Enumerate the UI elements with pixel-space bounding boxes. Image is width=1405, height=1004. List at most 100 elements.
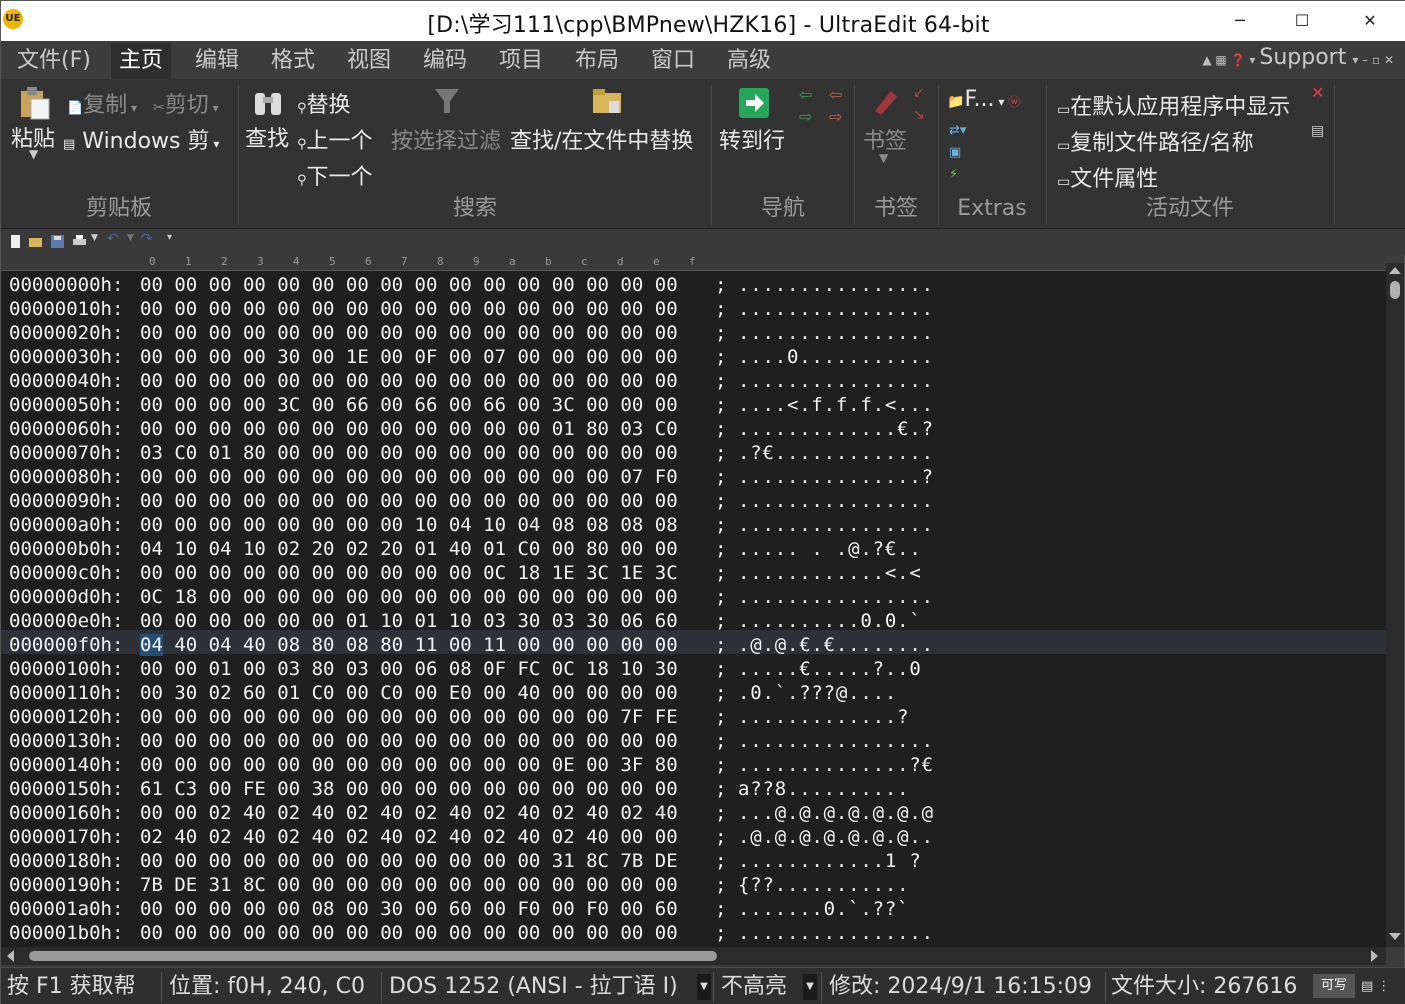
- hex-ascii[interactable]: .?€.............: [738, 441, 934, 465]
- bookmark-dropdown-icon[interactable]: ▼: [879, 151, 888, 165]
- extras-button[interactable]: 📁F... ▾ ⓦ: [947, 87, 1020, 112]
- hex-ascii[interactable]: .0.`.???@....: [738, 681, 897, 705]
- tab-project[interactable]: 项目: [491, 43, 551, 79]
- hex-row[interactable]: 00000120h: 00 00 00 00 00 00 00 00 00 00 …: [9, 705, 909, 729]
- redo-icon[interactable]: ↷: [141, 231, 154, 247]
- hex-bytes[interactable]: 00 00 00 00 00 00 00 00 00 00 0C 18 1E 3…: [140, 561, 713, 585]
- hex-row[interactable]: 000000f0h: 04 40 04 40 08 80 08 80 11 00 …: [9, 633, 934, 657]
- replace-button[interactable]: ⚲替换: [297, 87, 351, 119]
- hex-row[interactable]: 00000090h: 00 00 00 00 00 00 00 00 00 00 …: [9, 489, 934, 513]
- tab-window[interactable]: 窗口: [643, 43, 703, 79]
- hex-bytes[interactable]: 00 00 00 00 00 00 00 00 00 00 00 00 00 0…: [140, 273, 713, 297]
- hex-row[interactable]: 00000030h: 00 00 00 00 30 00 1E 00 0F 00 …: [9, 345, 934, 369]
- hex-bytes[interactable]: 0C 18 00 00 00 00 00 00 00 00 00 00 00 0…: [140, 585, 713, 609]
- find-button[interactable]: 查找: [245, 121, 289, 153]
- hex-cursor-selection[interactable]: 04: [140, 634, 163, 656]
- tab-view[interactable]: 视图: [339, 43, 399, 79]
- extras-tool-1-icon[interactable]: ⇄▾: [949, 123, 966, 138]
- vertical-scrollbar[interactable]: [1386, 263, 1404, 947]
- hex-bytes[interactable]: 00 00 00 00 00 00 00 00 00 00 00 00 00 0…: [140, 489, 713, 513]
- hex-bytes[interactable]: 00 00 00 00 00 00 00 00 00 00 00 00 00 0…: [140, 705, 713, 729]
- hex-ascii[interactable]: .@.@.@.@.@.@.@..: [738, 825, 934, 849]
- goto-line-button[interactable]: 转到行: [719, 123, 785, 155]
- hex-ascii[interactable]: ................: [738, 297, 934, 321]
- hex-ascii[interactable]: ..........0.0.`: [738, 609, 922, 633]
- copy-button[interactable]: 📄复制 ▾: [67, 87, 137, 119]
- tab-edit[interactable]: 编辑: [187, 43, 247, 79]
- hex-bytes[interactable]: 00 00 00 00 00 00 00 00 10 04 10 04 08 0…: [140, 513, 713, 537]
- hex-row[interactable]: 00000060h: 00 00 00 00 00 00 00 00 00 00 …: [9, 417, 934, 441]
- hex-row[interactable]: 000000e0h: 00 00 00 00 00 00 01 10 01 10 …: [9, 609, 922, 633]
- hex-ascii[interactable]: ................: [738, 489, 934, 513]
- hex-bytes[interactable]: 7B DE 31 8C 00 00 00 00 00 00 00 00 00 0…: [140, 873, 713, 897]
- find-prev-button[interactable]: ⚲上一个: [297, 123, 373, 155]
- customize-toolbar-icon[interactable]: ▾: [167, 232, 180, 245]
- hex-bytes[interactable]: 00 00 00 00 30 00 1E 00 0F 00 07 00 00 0…: [140, 345, 713, 369]
- hex-bytes[interactable]: 00 00 00 00 00 00 00 00 00 00 00 00 00 0…: [140, 729, 713, 753]
- save-icon[interactable]: [51, 235, 64, 248]
- clipboard-select[interactable]: ▤ Windows 剪 ▾: [63, 123, 219, 155]
- hex-row[interactable]: 00000140h: 00 00 00 00 00 00 00 00 00 00 …: [9, 753, 934, 777]
- next-edit-icon[interactable]: ⇨: [829, 107, 842, 126]
- hex-bytes[interactable]: 00 00 00 00 00 00 01 10 01 10 03 30 03 3…: [140, 609, 713, 633]
- hex-bytes[interactable]: 00 00 00 00 3C 00 66 00 66 00 66 00 3C 0…: [140, 393, 713, 417]
- horizontal-scroll-thumb[interactable]: [29, 951, 717, 961]
- hex-ascii[interactable]: ............1 ?: [738, 849, 922, 873]
- hex-ascii[interactable]: ............<.<: [738, 561, 922, 585]
- hex-row[interactable]: 00000150h: 61 C3 00 FE 00 38 00 00 00 00 …: [9, 777, 909, 801]
- hex-bytes[interactable]: 00 00 00 00 00 00 00 00 00 00 00 00 00 0…: [140, 921, 713, 945]
- tab-home[interactable]: 主页: [111, 43, 172, 79]
- hex-bytes[interactable]: 04 10 04 10 02 20 02 20 01 40 01 C0 00 8…: [140, 537, 713, 561]
- hex-bytes[interactable]: 00 00 00 00 00 00 00 00 00 00 00 00 00 0…: [140, 369, 713, 393]
- hex-row[interactable]: 00000100h: 00 00 01 00 03 80 03 00 06 08 …: [9, 657, 922, 681]
- find-in-files-icon[interactable]: [591, 85, 625, 117]
- open-folder-icon[interactable]: [29, 235, 42, 248]
- undo-icon[interactable]: ↶: [107, 231, 120, 247]
- hex-row[interactable]: 00000050h: 00 00 00 00 3C 00 66 00 66 00 …: [9, 393, 934, 417]
- hex-row[interactable]: 000001b0h: 00 00 00 00 00 00 00 00 00 00 …: [9, 921, 934, 945]
- hex-row[interactable]: 00000020h: 00 00 00 00 00 00 00 00 00 00 …: [9, 321, 934, 345]
- show-in-default-app-button[interactable]: ▭在默认应用程序中显示: [1057, 89, 1290, 121]
- highlight-dropdown-icon[interactable]: ▼: [803, 974, 817, 1000]
- hex-bytes[interactable]: 00 00 00 00 00 00 00 00 00 00 00 00 00 0…: [140, 321, 713, 345]
- hex-bytes[interactable]: 00 30 02 60 01 C0 00 C0 00 E0 00 40 00 0…: [140, 681, 713, 705]
- support-menu[interactable]: ▲ ▦ ❓ ▾ Support ▾ – ▫ ✕: [1202, 45, 1398, 70]
- file-action-icon[interactable]: ▤: [1311, 123, 1324, 139]
- goto-line-icon[interactable]: [738, 87, 770, 119]
- print-icon[interactable]: [73, 235, 86, 248]
- paste-icon[interactable]: [17, 85, 51, 121]
- hex-ascii[interactable]: .@.@.€.€........: [738, 633, 934, 657]
- cut-button[interactable]: ✂剪切 ▾: [153, 87, 219, 119]
- hex-bytes[interactable]: 00 00 00 00 00 00 00 00 00 00 00 00 00 0…: [140, 465, 713, 489]
- mdi-window-controls-icon[interactable]: ▾ – ▫ ✕: [1352, 53, 1394, 67]
- hex-bytes[interactable]: 00 00 02 40 02 40 02 40 02 40 02 40 02 4…: [140, 801, 713, 825]
- print-dropdown-icon[interactable]: ▼: [91, 233, 104, 246]
- hex-row[interactable]: 00000180h: 00 00 00 00 00 00 00 00 00 00 …: [9, 849, 922, 873]
- hex-row[interactable]: 000000d0h: 0C 18 00 00 00 00 00 00 00 00 …: [9, 585, 934, 609]
- read-write-toggle[interactable]: 可写: [1313, 974, 1355, 998]
- hex-bytes[interactable]: 03 C0 01 80 00 00 00 00 00 00 00 00 00 0…: [140, 441, 713, 465]
- filter-selection-button[interactable]: 按选择过滤: [391, 123, 501, 155]
- hex-ascii[interactable]: ...............?: [738, 465, 934, 489]
- scroll-down-icon[interactable]: [1389, 933, 1401, 940]
- minimize-button[interactable]: ─: [1217, 7, 1263, 35]
- hex-row[interactable]: 00000080h: 00 00 00 00 00 00 00 00 00 00 …: [9, 465, 934, 489]
- prev-edit-icon[interactable]: ⇦: [829, 85, 842, 104]
- hex-ascii[interactable]: ..... . .@.?€..: [738, 537, 922, 561]
- extras-tool-2-icon[interactable]: ▣: [949, 145, 961, 160]
- hex-row[interactable]: 000000b0h: 04 10 04 10 02 20 02 20 01 40 …: [9, 537, 922, 561]
- extras-tool-3-icon[interactable]: ⚡: [949, 167, 958, 182]
- file-properties-button[interactable]: ▭文件属性: [1057, 161, 1158, 193]
- hex-row[interactable]: 00000190h: 7B DE 31 8C 00 00 00 00 00 00 …: [9, 873, 909, 897]
- hex-ascii[interactable]: .....€.....?..0: [738, 657, 922, 681]
- hex-bytes[interactable]: 04 40 04 40 08 80 08 80 11 00 11 00 00 0…: [140, 633, 713, 657]
- hex-bytes[interactable]: 00 00 00 00 00 08 00 30 00 60 00 F0 00 F…: [140, 897, 713, 921]
- horizontal-scrollbar[interactable]: [1, 947, 1386, 965]
- binoculars-icon[interactable]: [251, 85, 285, 119]
- hex-row[interactable]: 000000c0h: 00 00 00 00 00 00 00 00 00 00 …: [9, 561, 922, 585]
- tab-format[interactable]: 格式: [263, 43, 323, 79]
- hex-ascii[interactable]: .............?: [738, 705, 909, 729]
- close-file-icon[interactable]: ✕: [1311, 83, 1324, 102]
- hex-row[interactable]: 00000070h: 03 C0 01 80 00 00 00 00 00 00 …: [9, 441, 934, 465]
- status-encoding[interactable]: DOS 1252 (ANSI - 拉丁语 I): [389, 972, 693, 1002]
